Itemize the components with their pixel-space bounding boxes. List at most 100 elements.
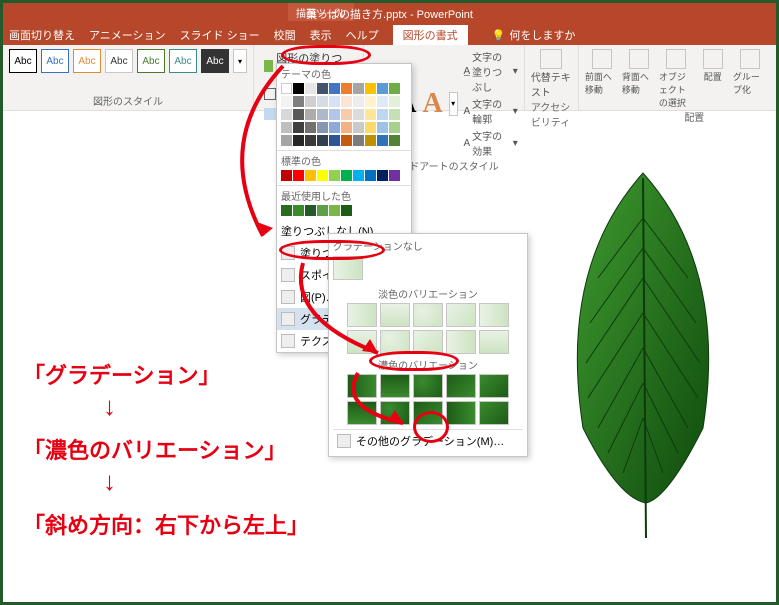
color-swatch[interactable] [293,170,304,181]
text-effect[interactable]: A文字の効果▾ [464,128,518,158]
color-swatch[interactable] [377,170,388,181]
color-swatch[interactable] [329,205,340,216]
color-swatch[interactable] [389,135,400,146]
color-swatch[interactable] [305,135,316,146]
color-swatch[interactable] [365,135,376,146]
color-swatch[interactable] [317,109,328,120]
shape-style[interactable]: Abc [169,49,197,73]
color-swatch[interactable] [353,135,364,146]
gradient-option[interactable] [380,374,410,398]
bring-forward[interactable]: 前面へ移動 [585,49,619,109]
color-swatch[interactable] [377,122,388,133]
color-swatch[interactable] [353,122,364,133]
theme-tint-row[interactable] [281,135,407,146]
color-swatch[interactable] [365,170,376,181]
color-swatch[interactable] [329,170,340,181]
color-swatch[interactable] [341,96,352,107]
color-swatch[interactable] [353,170,364,181]
color-swatch[interactable] [293,135,304,146]
color-swatch[interactable] [377,96,388,107]
color-swatch[interactable] [353,96,364,107]
color-swatch[interactable] [317,96,328,107]
color-swatch[interactable] [317,170,328,181]
gradient-none[interactable] [333,256,363,280]
color-swatch[interactable] [377,135,388,146]
color-swatch[interactable] [365,122,376,133]
color-swatch[interactable] [281,83,292,94]
color-swatch[interactable] [317,205,328,216]
color-swatch[interactable] [341,83,352,94]
color-swatch[interactable] [377,83,388,94]
color-swatch[interactable] [305,83,316,94]
tab-help[interactable]: ヘルプ [346,27,379,43]
shape-style[interactable]: Abc [41,49,69,73]
color-swatch[interactable] [305,109,316,120]
text-fill[interactable]: A̲文字の塗りつぶし▾ [464,49,518,94]
gradient-option[interactable] [446,401,476,425]
gradient-option[interactable] [347,303,377,327]
wordart-more[interactable]: ▾ [449,92,458,116]
align[interactable]: 配置 [696,49,730,109]
tell-me[interactable]: 💡何をしますか [492,27,576,43]
gradient-option[interactable] [413,401,443,425]
color-swatch[interactable] [341,109,352,120]
recent-color-row[interactable] [281,205,407,216]
color-swatch[interactable] [389,109,400,120]
shape-styles-more[interactable]: ▾ [233,49,247,73]
color-swatch[interactable] [281,109,292,120]
tab-view[interactable]: 表示 [310,27,332,43]
color-swatch[interactable] [281,122,292,133]
color-swatch[interactable] [305,96,316,107]
wordart-style[interactable]: A [422,88,442,120]
send-backward[interactable]: 背面へ移動 [622,49,656,109]
color-swatch[interactable] [305,122,316,133]
color-swatch[interactable] [293,109,304,120]
standard-color-row[interactable] [281,170,407,181]
shape-style[interactable]: Abc [137,49,165,73]
theme-color-row[interactable] [281,83,407,94]
gradient-option[interactable] [479,401,509,425]
theme-tint-row[interactable] [281,109,407,120]
gradient-option[interactable] [380,303,410,327]
gradient-option[interactable] [446,303,476,327]
gradient-option[interactable] [479,374,509,398]
color-swatch[interactable] [341,122,352,133]
color-swatch[interactable] [317,135,328,146]
gradient-option[interactable] [413,374,443,398]
gradient-option[interactable] [413,330,443,354]
shape-style[interactable]: Abc [73,49,101,73]
shape-style[interactable]: Abc [9,49,37,73]
color-swatch[interactable] [341,170,352,181]
color-swatch[interactable] [353,83,364,94]
color-swatch[interactable] [377,109,388,120]
gradient-option[interactable] [446,374,476,398]
color-swatch[interactable] [329,96,340,107]
rotate[interactable]: 回転 [770,49,779,109]
color-swatch[interactable] [365,109,376,120]
color-swatch[interactable] [293,122,304,133]
color-swatch[interactable] [317,122,328,133]
gradient-option[interactable] [347,330,377,354]
theme-tint-row[interactable] [281,122,407,133]
group-btn[interactable]: グループ化 [733,49,767,109]
color-swatch[interactable] [389,170,400,181]
color-swatch[interactable] [281,170,292,181]
color-swatch[interactable] [329,135,340,146]
color-swatch[interactable] [389,122,400,133]
more-gradients[interactable]: その他のグラデーション(M)… [333,429,523,452]
shape-style[interactable]: Abc [201,49,229,73]
tab-review[interactable]: 校閲 [274,27,296,43]
color-swatch[interactable] [341,205,352,216]
color-swatch[interactable] [389,96,400,107]
tab-shape-format[interactable]: 図形の書式 [393,25,468,45]
color-swatch[interactable] [281,135,292,146]
gradient-option[interactable] [479,330,509,354]
gradient-option[interactable] [380,330,410,354]
selection-pane[interactable]: オブジェクトの選択 [659,49,693,109]
shape-style[interactable]: Abc [105,49,133,73]
color-swatch[interactable] [293,83,304,94]
color-swatch[interactable] [341,135,352,146]
tab-slideshow[interactable]: スライド ショー [180,27,260,43]
color-swatch[interactable] [365,96,376,107]
color-swatch[interactable] [281,205,292,216]
